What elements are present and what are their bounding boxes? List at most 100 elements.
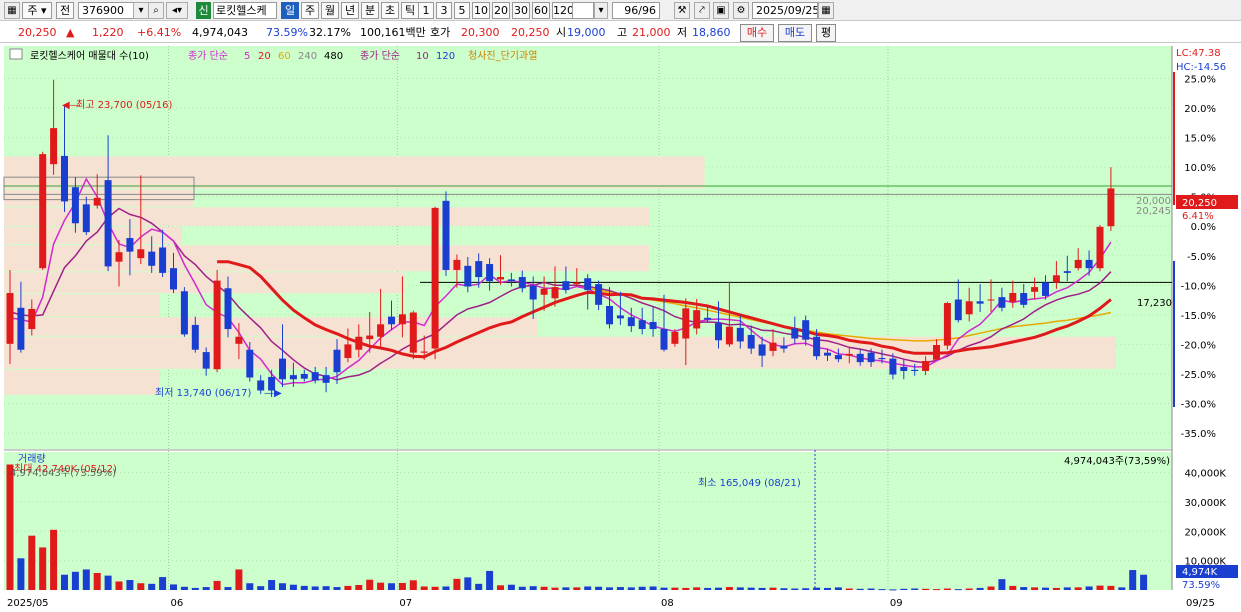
volume-bar[interactable] — [606, 587, 613, 590]
candle-body[interactable] — [442, 200, 450, 270]
candle-body[interactable] — [507, 279, 515, 282]
tab-0[interactable]: 일 — [281, 2, 299, 19]
candle-body[interactable] — [540, 288, 548, 295]
volume-bar[interactable] — [486, 570, 494, 590]
volume-bar[interactable] — [497, 585, 504, 590]
volume-bar[interactable] — [344, 585, 352, 590]
volume-bar[interactable] — [420, 586, 428, 590]
candle-body[interactable] — [889, 358, 897, 375]
volume-bar[interactable] — [246, 583, 254, 590]
candle-body[interactable] — [246, 349, 254, 378]
volume-bar[interactable] — [845, 588, 853, 590]
volume-bar[interactable] — [377, 582, 385, 590]
candle-body[interactable] — [235, 336, 243, 344]
legend-supply[interactable]: 로킷헬스케어 매물대 수(10) — [30, 50, 149, 62]
candle-body[interactable] — [1096, 226, 1104, 269]
volume-bar[interactable] — [671, 587, 679, 590]
volume-bar[interactable] — [856, 588, 864, 590]
candle-body[interactable] — [671, 332, 679, 344]
volume-bar[interactable] — [1074, 587, 1082, 590]
candle-body[interactable] — [922, 360, 930, 371]
candle-body[interactable] — [126, 238, 134, 252]
candle-body[interactable] — [660, 329, 668, 350]
candle-body[interactable] — [475, 261, 483, 278]
volume-bar[interactable] — [813, 587, 821, 590]
candle-body[interactable] — [845, 353, 853, 356]
buy-button[interactable]: 매수 — [740, 24, 774, 42]
volume-bar[interactable] — [202, 587, 210, 590]
volume-bar[interactable] — [1042, 587, 1049, 590]
volume-bar[interactable] — [289, 584, 297, 590]
candle-body[interactable] — [213, 280, 221, 370]
volume-bar[interactable] — [780, 588, 788, 590]
interval-3[interactable]: 3 — [436, 2, 452, 19]
volume-bar[interactable] — [758, 587, 766, 590]
volume-bar[interactable] — [922, 588, 930, 590]
volume-bar[interactable] — [409, 580, 417, 590]
average-button[interactable]: 평 — [816, 24, 836, 42]
candle-body[interactable] — [322, 375, 330, 383]
volume-bar[interactable] — [627, 587, 635, 590]
search-icon[interactable]: ⌕ — [148, 2, 164, 19]
candle-body[interactable] — [61, 155, 68, 202]
volume-bar[interactable] — [725, 587, 733, 590]
volume-bar[interactable] — [93, 572, 101, 590]
candle-body[interactable] — [638, 320, 646, 330]
candle-body[interactable] — [802, 320, 810, 340]
candle-body[interactable] — [82, 204, 90, 233]
volume-bar[interactable] — [82, 569, 90, 590]
stock-code-input[interactable]: 376900 — [78, 2, 134, 19]
interval-5[interactable]: 5 — [454, 2, 470, 19]
tab-4[interactable]: 분 — [361, 2, 379, 19]
candle-body[interactable] — [725, 326, 733, 345]
candle-body[interactable] — [943, 303, 951, 346]
volume-bar[interactable] — [1085, 586, 1093, 590]
volume-bar[interactable] — [987, 586, 995, 590]
volume-bar[interactable] — [693, 587, 701, 590]
volume-bar[interactable] — [355, 585, 363, 590]
candle-body[interactable] — [747, 334, 755, 349]
candle-body[interactable] — [856, 353, 864, 363]
volume-bar[interactable] — [649, 586, 657, 590]
candle-body[interactable] — [704, 317, 712, 320]
candle-body[interactable] — [50, 128, 58, 165]
candle-body[interactable] — [933, 345, 940, 360]
candle-body[interactable] — [159, 247, 167, 273]
legend-toggle-icon[interactable] — [9, 48, 23, 60]
candle-body[interactable] — [954, 299, 962, 321]
volume-bar[interactable] — [224, 587, 232, 590]
volume-bar[interactable] — [900, 588, 908, 590]
volume-bar[interactable] — [159, 577, 167, 590]
volume-bar[interactable] — [1118, 587, 1126, 590]
candle-body[interactable] — [366, 335, 374, 340]
volume-bar[interactable] — [1107, 585, 1115, 590]
candle-body[interactable] — [39, 154, 47, 269]
volume-bar[interactable] — [976, 587, 984, 590]
candle-body[interactable] — [878, 358, 886, 360]
volume-bar[interactable] — [1031, 587, 1039, 590]
volume-bar[interactable] — [660, 587, 668, 590]
volume-bar[interactable] — [137, 583, 145, 590]
volume-bar[interactable] — [933, 589, 940, 591]
candle-body[interactable] — [1074, 259, 1082, 269]
candle-body[interactable] — [28, 308, 36, 330]
prev-button[interactable]: 전 — [56, 2, 74, 19]
interval-dropdown-icon[interactable]: ▾ — [594, 2, 608, 19]
volume-bar[interactable] — [268, 580, 276, 590]
volume-bar[interactable] — [1020, 587, 1028, 590]
volume-bar[interactable] — [398, 582, 406, 590]
candle-body[interactable] — [17, 307, 25, 350]
volume-bar[interactable] — [388, 583, 395, 590]
candle-body[interactable] — [595, 284, 603, 305]
candle-body[interactable] — [573, 282, 581, 285]
tab-6[interactable]: 틱 — [401, 2, 419, 19]
volume-bar[interactable] — [322, 586, 330, 590]
candle-body[interactable] — [649, 321, 657, 330]
volume-bar[interactable] — [595, 586, 603, 590]
candle-body[interactable] — [736, 327, 744, 342]
candle-body[interactable] — [355, 336, 363, 350]
candle-body[interactable] — [377, 324, 385, 337]
candle-body[interactable] — [606, 306, 613, 325]
candle-body[interactable] — [562, 281, 570, 291]
volume-bar[interactable] — [769, 587, 777, 590]
